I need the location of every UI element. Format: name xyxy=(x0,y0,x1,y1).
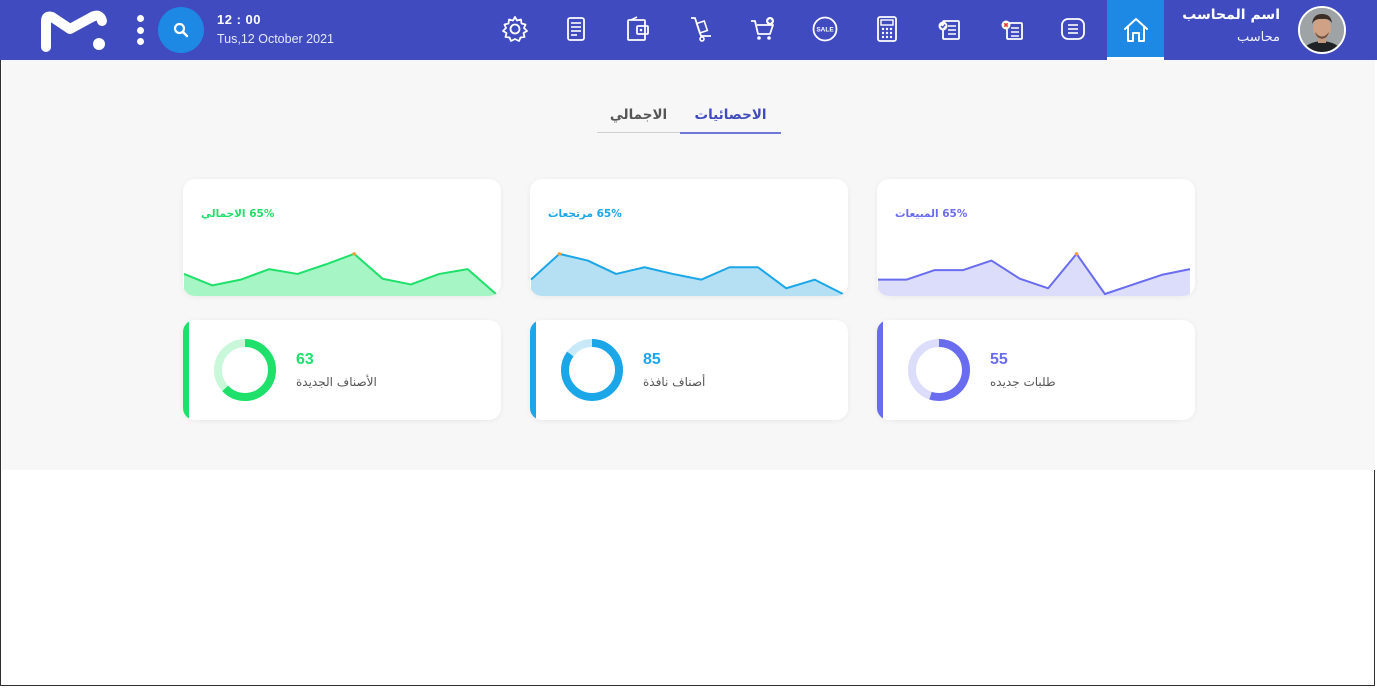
wallet-icon[interactable] xyxy=(621,12,655,46)
home-tab[interactable] xyxy=(1107,0,1164,60)
gear-icon[interactable] xyxy=(498,12,532,46)
chart-point xyxy=(557,252,562,256)
clock-time: 12 : 00 xyxy=(217,12,261,27)
chart-title: 65% المبيعات xyxy=(895,208,968,220)
stat-value: 85 xyxy=(643,351,661,368)
avatar[interactable] xyxy=(1298,6,1346,54)
accent-bar xyxy=(877,320,883,420)
stat-label: أصناف نافذة xyxy=(643,375,706,389)
calculator-icon[interactable] xyxy=(870,12,904,46)
chart-title: 65% الاجمالي xyxy=(201,208,275,220)
tab-total[interactable]: الاجمالي xyxy=(597,98,680,133)
app-logo[interactable] xyxy=(40,9,110,53)
current-date: Tus,12 October 2021 xyxy=(217,32,334,46)
approved-list-icon[interactable] xyxy=(933,12,967,46)
returns-chart-card: 65% مرتجعات xyxy=(530,179,848,296)
new-orders-card[interactable]: 55 طلبات جديده xyxy=(877,320,1195,420)
svg-text:SALE: SALE xyxy=(816,27,834,34)
tab-statistics[interactable]: الاحصائيات xyxy=(680,98,781,134)
total-chart-card: 65% الاجمالي xyxy=(183,179,501,296)
progress-donut xyxy=(214,339,276,401)
sale-tag-icon[interactable]: SALE xyxy=(808,12,842,46)
hand-truck-icon[interactable] xyxy=(684,12,718,46)
more-menu-icon[interactable] xyxy=(134,15,146,45)
sales-chart-card: 65% المبيعات xyxy=(877,179,1195,296)
chart-area-fill xyxy=(531,253,843,296)
list-icon[interactable] xyxy=(1056,12,1090,46)
chart-area-fill xyxy=(878,253,1190,296)
chart-point xyxy=(1074,252,1079,256)
new-items-card[interactable]: 63 الأصناف الجديدة xyxy=(183,320,501,420)
home-icon xyxy=(1123,18,1148,42)
search-icon xyxy=(173,22,189,38)
chart-point xyxy=(352,252,356,256)
returns-area-chart xyxy=(530,252,844,296)
stat-label: طلبات جديده xyxy=(990,375,1056,389)
user-name: اسم المحاسب xyxy=(1182,7,1280,23)
stat-label: الأصناف الجديدة xyxy=(296,375,377,389)
progress-donut xyxy=(561,339,623,401)
sales-area-chart xyxy=(877,252,1191,296)
top-navigation-bar: 12 : 00 Tus,12 October 2021 SALE اسم الم… xyxy=(0,0,1377,60)
invoice-icon[interactable] xyxy=(559,12,593,46)
search-button[interactable] xyxy=(158,7,204,53)
view-tabs: الاحصائيات الاجمالي xyxy=(597,98,781,134)
stat-value: 55 xyxy=(990,351,1008,368)
accent-bar xyxy=(530,320,536,420)
rejected-list-icon[interactable] xyxy=(995,12,1029,46)
progress-donut xyxy=(908,339,970,401)
out-of-stock-card[interactable]: 85 أصناف نافذة xyxy=(530,320,848,420)
stat-value: 63 xyxy=(296,351,314,368)
total-area-chart xyxy=(183,252,497,296)
cart-add-icon[interactable] xyxy=(746,12,780,46)
user-role: محاسب xyxy=(1237,30,1280,45)
accent-bar xyxy=(183,320,189,420)
chart-title: 65% مرتجعات xyxy=(548,208,622,220)
